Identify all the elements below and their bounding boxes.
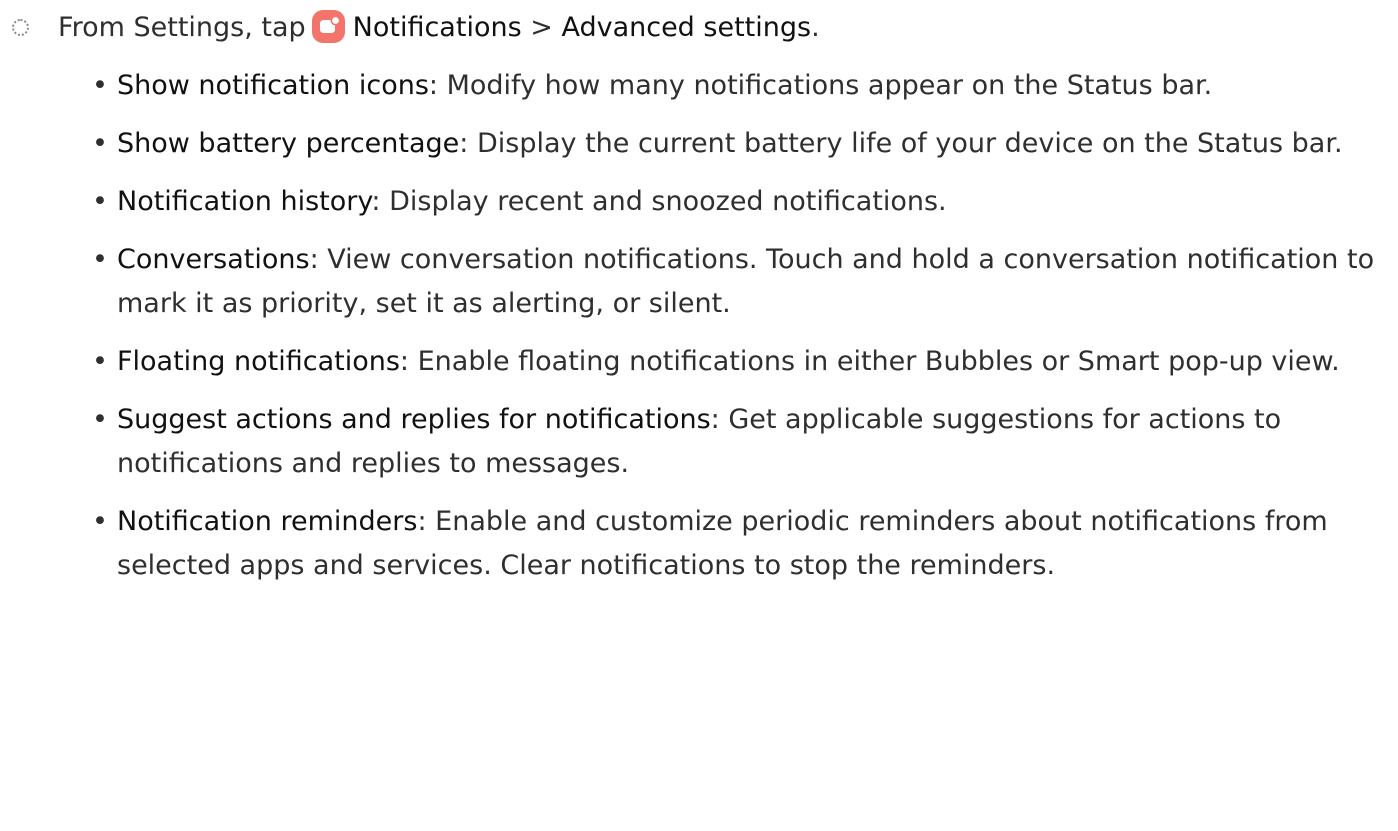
step-marker-icon: [12, 19, 29, 36]
list-item-text: Floating notifications: Enable floating …: [117, 340, 1390, 384]
option-name: Conversations: [117, 244, 310, 275]
list-item-text: Notification history: Display recent and…: [117, 180, 1390, 224]
instruction-step: From Settings, tap Notifications > Advanc…: [0, 6, 1398, 50]
bullet-icon: •: [92, 186, 108, 217]
list-item: • Notification history: Display recent a…: [0, 180, 1398, 224]
list-item: • Show battery percentage: Display the c…: [0, 122, 1398, 166]
list-item-text: Show battery percentage: Display the cur…: [117, 122, 1390, 166]
list-item: • Show notification icons: Modify how ma…: [0, 64, 1398, 108]
option-name: Show notification icons: [117, 70, 429, 101]
step-line: From Settings, tap Notifications > Advanc…: [0, 6, 1398, 50]
notifications-app-icon: [311, 10, 345, 43]
step-prefix: From Settings, tap: [58, 12, 306, 43]
list-item-text: Suggest actions and replies for notifica…: [117, 398, 1390, 486]
bullet-icon: •: [92, 506, 108, 537]
option-description: : Enable floating notifications in eithe…: [399, 346, 1340, 377]
app-name: Notifications: [352, 12, 522, 43]
option-description: : Display recent and snoozed notificatio…: [371, 186, 947, 217]
settings-list: • Show notification icons: Modify how ma…: [0, 64, 1398, 602]
option-name: Notification history: [117, 186, 372, 217]
bullet-icon: •: [92, 244, 108, 275]
list-item: • Floating notifications: Enable floatin…: [0, 340, 1398, 384]
step-text: From Settings, tap Notifications > Advanc…: [58, 6, 820, 50]
bullet-icon: •: [92, 404, 108, 435]
option-name: Show battery percentage: [117, 128, 460, 159]
list-item-text: Conversations: View conversation notific…: [117, 238, 1390, 326]
list-item-text: Show notification icons: Modify how many…: [117, 64, 1390, 108]
list-item: • Suggest actions and replies for notifi…: [0, 398, 1398, 486]
option-description: : Modify how many notifications appear o…: [428, 70, 1213, 101]
option-description: : Display the current battery life of yo…: [459, 128, 1343, 159]
option-name: Suggest actions and replies for notifica…: [117, 404, 711, 435]
list-item: • Conversations: View conversation notif…: [0, 238, 1398, 326]
list-item-text: Notification reminders: Enable and custo…: [117, 500, 1390, 588]
list-item: • Notification reminders: Enable and cus…: [0, 500, 1398, 588]
menu-item-advanced-settings: Advanced settings: [561, 12, 812, 43]
option-name: Notification reminders: [117, 506, 418, 537]
option-name: Floating notifications: [117, 346, 400, 377]
bullet-icon: •: [92, 346, 108, 377]
bullet-icon: •: [92, 128, 108, 159]
path-separator: >: [521, 12, 562, 43]
step-suffix: .: [811, 12, 820, 43]
bullet-icon: •: [92, 70, 108, 101]
